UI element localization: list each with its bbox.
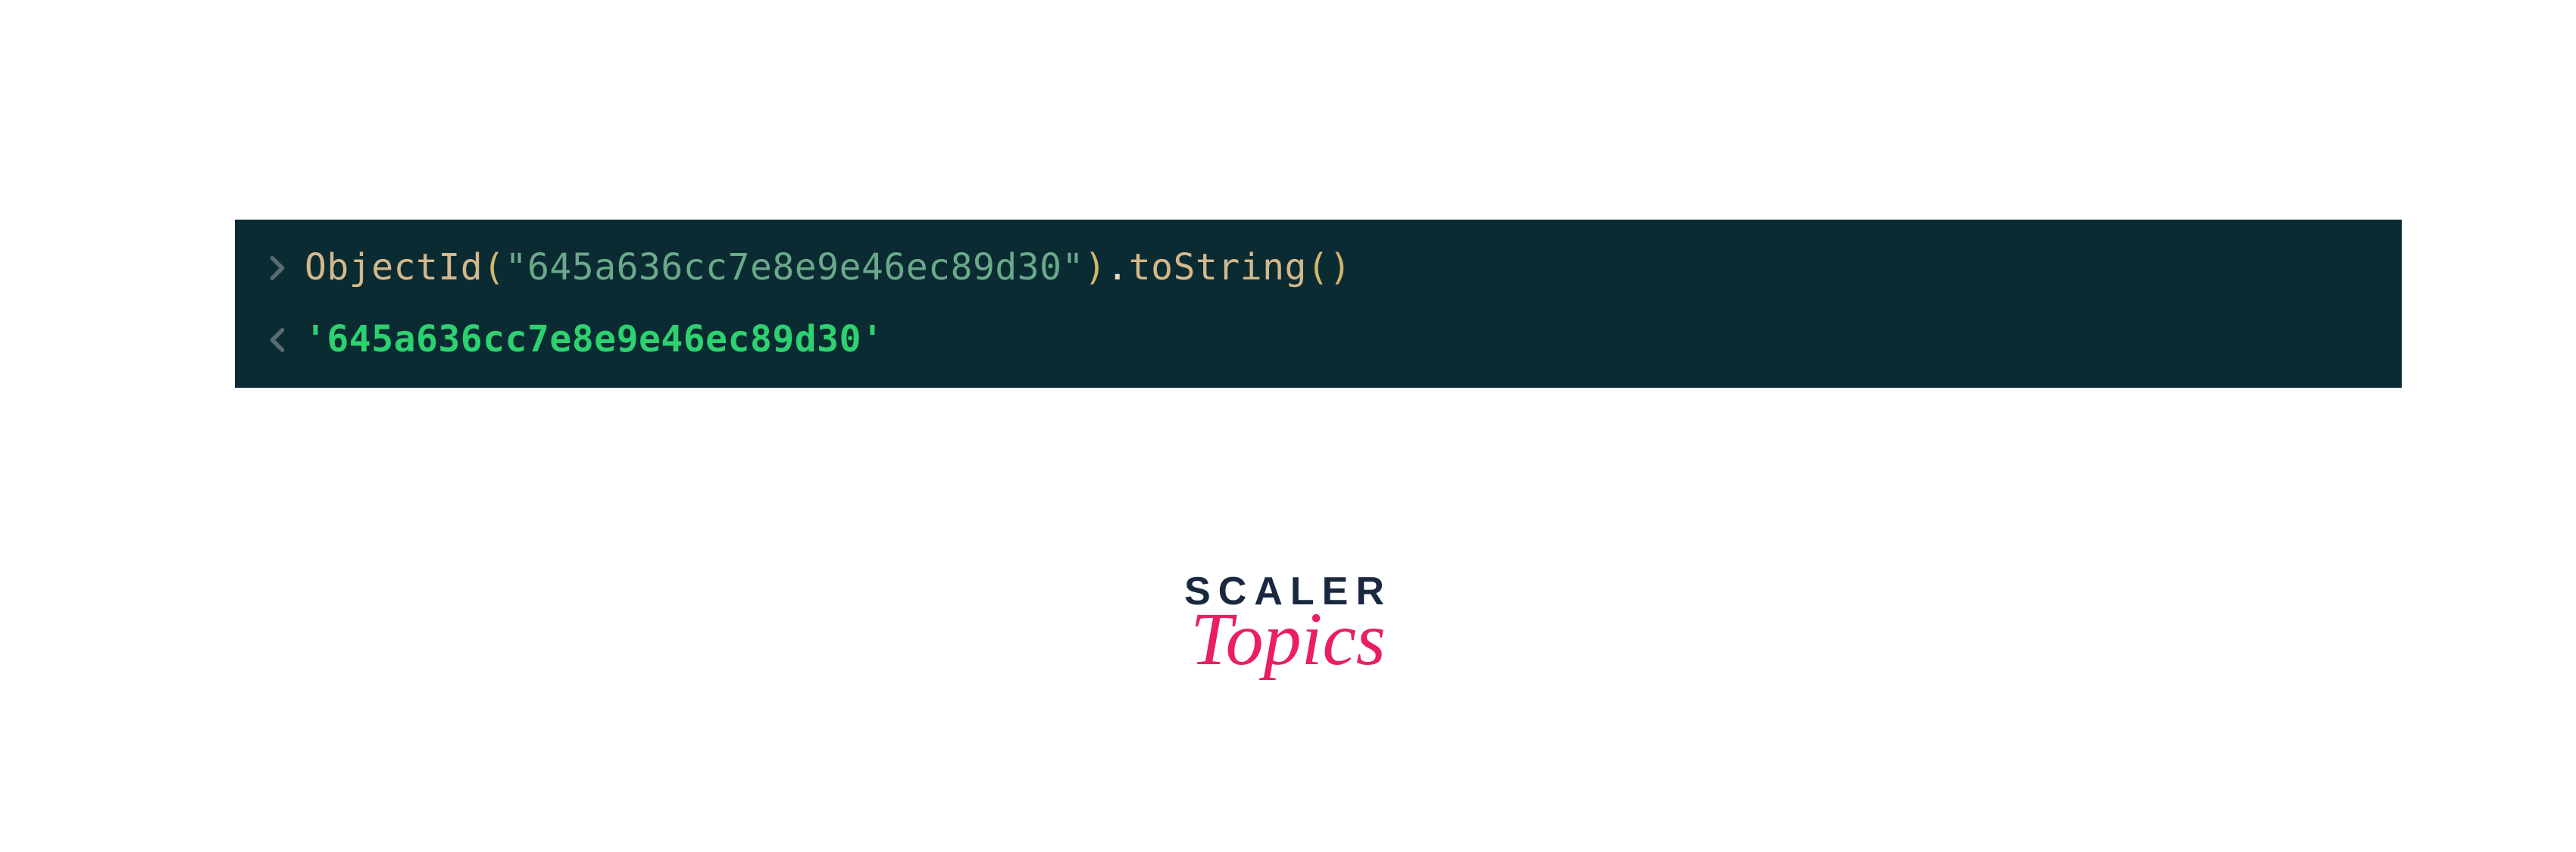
brand-logo: SCALER Topics xyxy=(1184,572,1392,673)
code-token-function: ObjectId xyxy=(305,246,483,289)
console-output-line: '645a636cc7e8e9e46ec89d30' xyxy=(265,314,2371,365)
chevron-right-icon xyxy=(265,251,289,285)
code-token-string: "645a636cc7e8e9e46ec89d30" xyxy=(505,246,1084,289)
chevron-left-icon xyxy=(265,323,289,357)
code-token-paren: () xyxy=(1307,246,1352,289)
code-token-method: toString xyxy=(1129,246,1307,289)
console-input-code: ObjectId("645a636cc7e8e9e46ec89d30").toS… xyxy=(305,242,1352,293)
logo-topics-text: Topics xyxy=(1184,605,1392,673)
console-input-line: ObjectId("645a636cc7e8e9e46ec89d30").toS… xyxy=(265,242,2371,293)
console-output-value: '645a636cc7e8e9e46ec89d30' xyxy=(305,314,883,365)
code-token-paren: ( xyxy=(483,246,505,289)
code-token-dot: . xyxy=(1106,246,1128,289)
code-token-paren: ) xyxy=(1084,246,1106,289)
console-block: ObjectId("645a636cc7e8e9e46ec89d30").toS… xyxy=(235,220,2402,388)
